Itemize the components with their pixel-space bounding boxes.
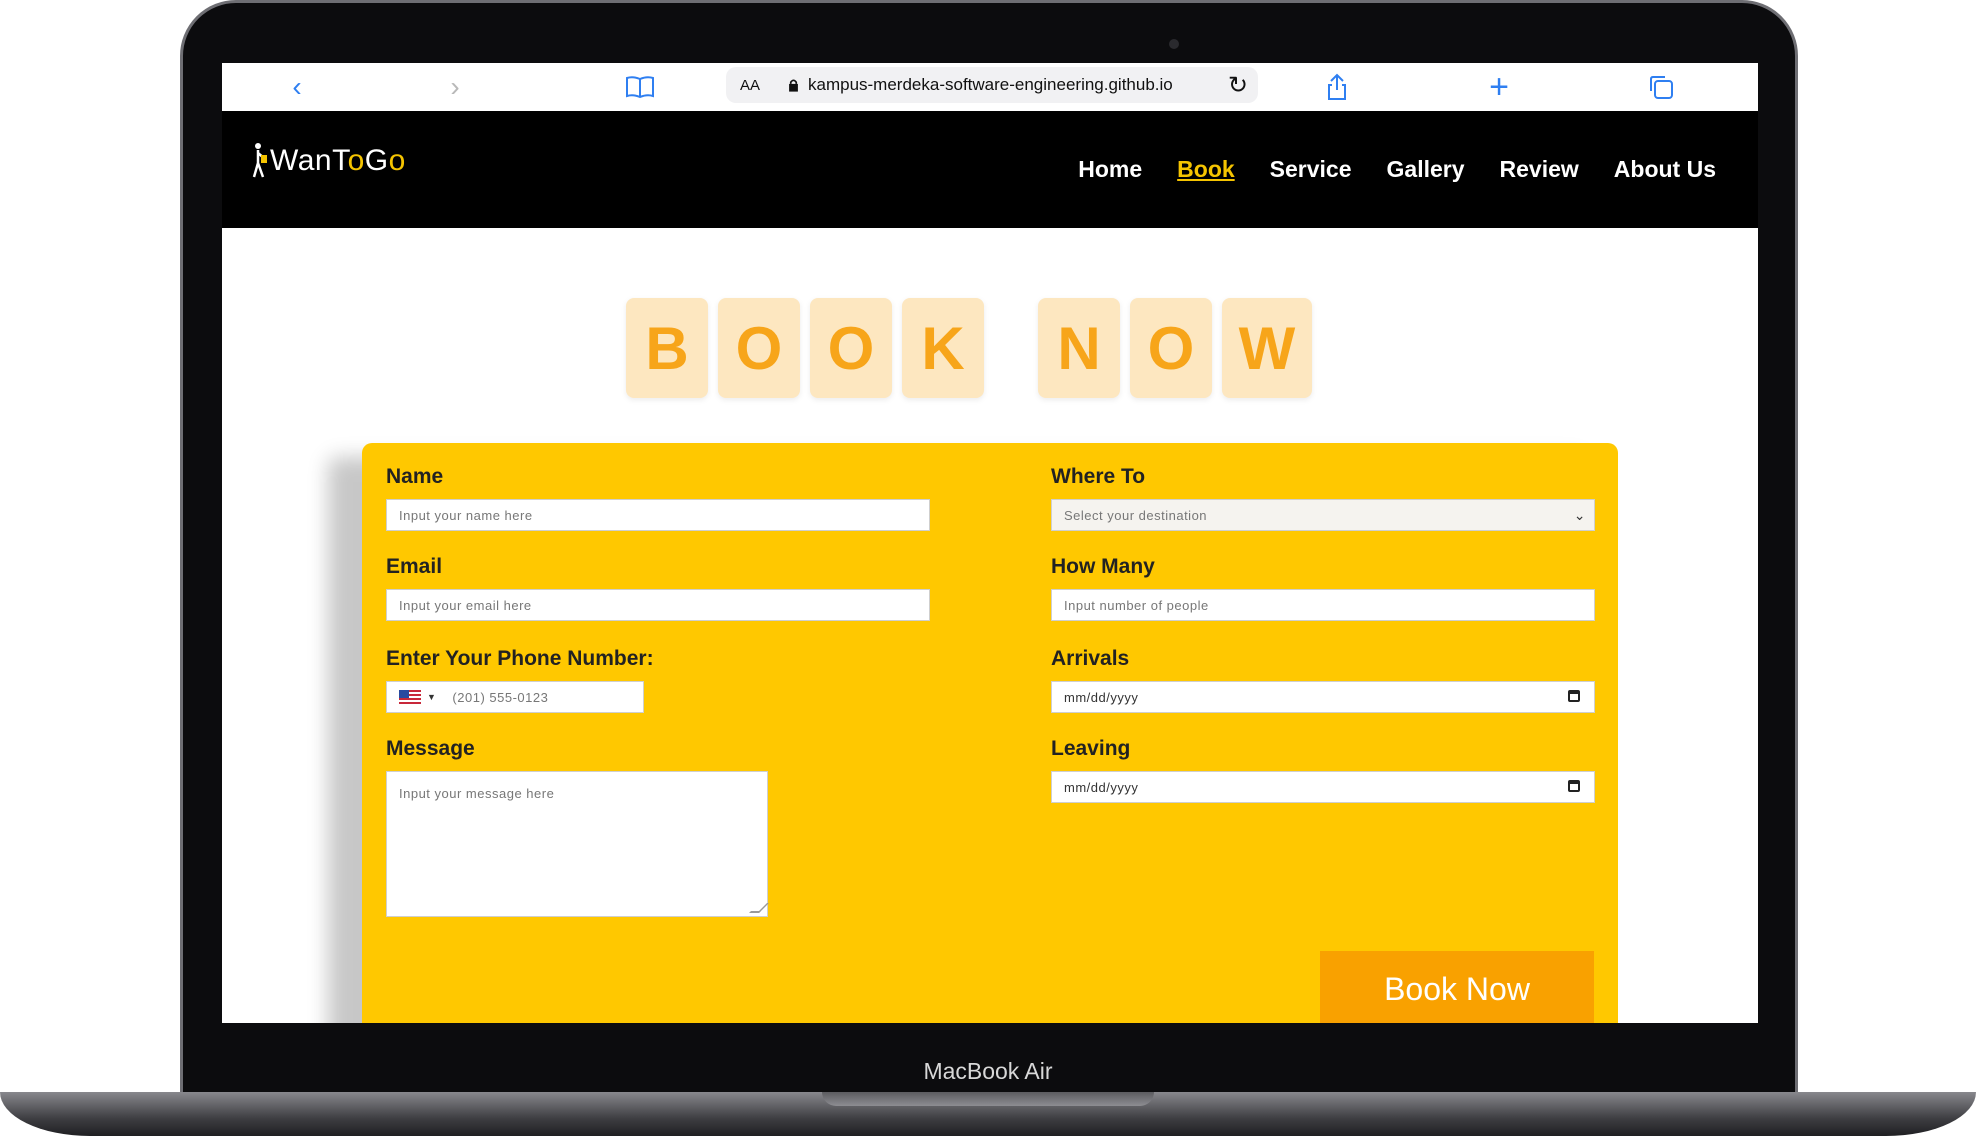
destination-placeholder: Select your destination [1064,507,1208,523]
name-input[interactable]: Input your name here [386,499,930,531]
nav-link-gallery[interactable]: Gallery [1387,156,1465,183]
reload-icon[interactable]: ↻ [1228,71,1248,100]
calendar-icon[interactable] [1568,690,1580,702]
email-label: Email [386,555,443,578]
arrivals-placeholder: mm/dd/yyyy [1064,689,1139,705]
nav-link-book[interactable]: Book [1177,156,1235,183]
heading-letter-tile: O [810,298,892,398]
bookmarks-icon[interactable] [622,69,658,105]
message-textarea[interactable]: Input your message here [386,771,769,917]
heading-letter-tile: B [626,298,708,398]
book-now-button[interactable]: Book Now [1320,951,1594,1023]
traveler-logo-icon [252,143,267,178]
browser-toolbar: ‹ › AA kampus-merdeka-software-engineeri… [222,63,1758,111]
destination-select[interactable]: Select your destination ⌄ [1051,499,1595,531]
nav-links: Home Book Service Gallery Review About U… [1078,111,1716,228]
back-icon[interactable]: ‹ [282,69,312,105]
name-label: Name [386,465,444,488]
camera [1169,39,1179,49]
message-label: Message [386,737,475,760]
calendar-icon[interactable] [1568,780,1580,792]
phone-placeholder: (201) 555-0123 [452,689,549,705]
arrivals-label: Arrivals [1051,647,1130,670]
share-icon[interactable] [1322,69,1352,105]
laptop-notch [822,1092,1154,1106]
heading-letter-tile: N [1038,298,1120,398]
site-navbar: WanToGo Home Book Service Gallery Review… [222,111,1758,228]
nav-link-home[interactable]: Home [1078,156,1142,183]
tile-gap [994,298,1028,398]
text-size-button[interactable]: AA [740,77,760,94]
logo-text: WanToGo [270,144,406,177]
chevron-down-icon: ⌄ [1573,506,1586,523]
message-placeholder: Input your message here [399,786,555,801]
email-input[interactable]: Input your email here [386,589,930,621]
url-text: kampus-merdeka-software-engineering.gith… [808,75,1173,94]
resize-handle-icon[interactable] [749,903,769,913]
booking-form: Name Input your name here Email Input yo… [362,443,1618,1023]
leaving-label: Leaving [1051,737,1131,760]
how-many-label: How Many [1051,555,1155,578]
heading-letter-tile: O [718,298,800,398]
phone-label: Enter Your Phone Number: [386,647,654,670]
where-to-label: Where To [1051,465,1146,488]
heading-letter-tile: O [1130,298,1212,398]
heading-letter-tile: W [1222,298,1312,398]
nav-link-review[interactable]: Review [1500,156,1579,183]
leaving-placeholder: mm/dd/yyyy [1064,779,1139,795]
forward-icon[interactable]: › [440,69,470,105]
nav-link-about-us[interactable]: About Us [1614,156,1716,183]
site-logo[interactable]: WanToGo [252,141,406,181]
nav-link-service[interactable]: Service [1270,156,1352,183]
country-dropdown-icon[interactable]: ▼ [427,692,436,702]
new-tab-icon[interactable]: + [1484,68,1514,106]
laptop-model-label: MacBook Air [923,1058,1053,1084]
phone-input[interactable]: ▼ (201) 555-0123 [386,681,644,713]
lock-icon [789,79,798,92]
heading-letter-tile: K [902,298,984,398]
people-count-input[interactable]: Input number of people [1051,589,1595,621]
us-flag-icon[interactable] [399,690,421,704]
arrivals-date-input[interactable]: mm/dd/yyyy [1051,681,1595,713]
address-bar[interactable]: AA kampus-merdeka-software-engineering.g… [726,67,1258,103]
screen: ‹ › AA kampus-merdeka-software-engineeri… [222,63,1758,1023]
book-now-heading: BOOKNOW [626,298,1312,398]
tabs-icon[interactable] [1646,69,1676,105]
leaving-date-input[interactable]: mm/dd/yyyy [1051,771,1595,803]
